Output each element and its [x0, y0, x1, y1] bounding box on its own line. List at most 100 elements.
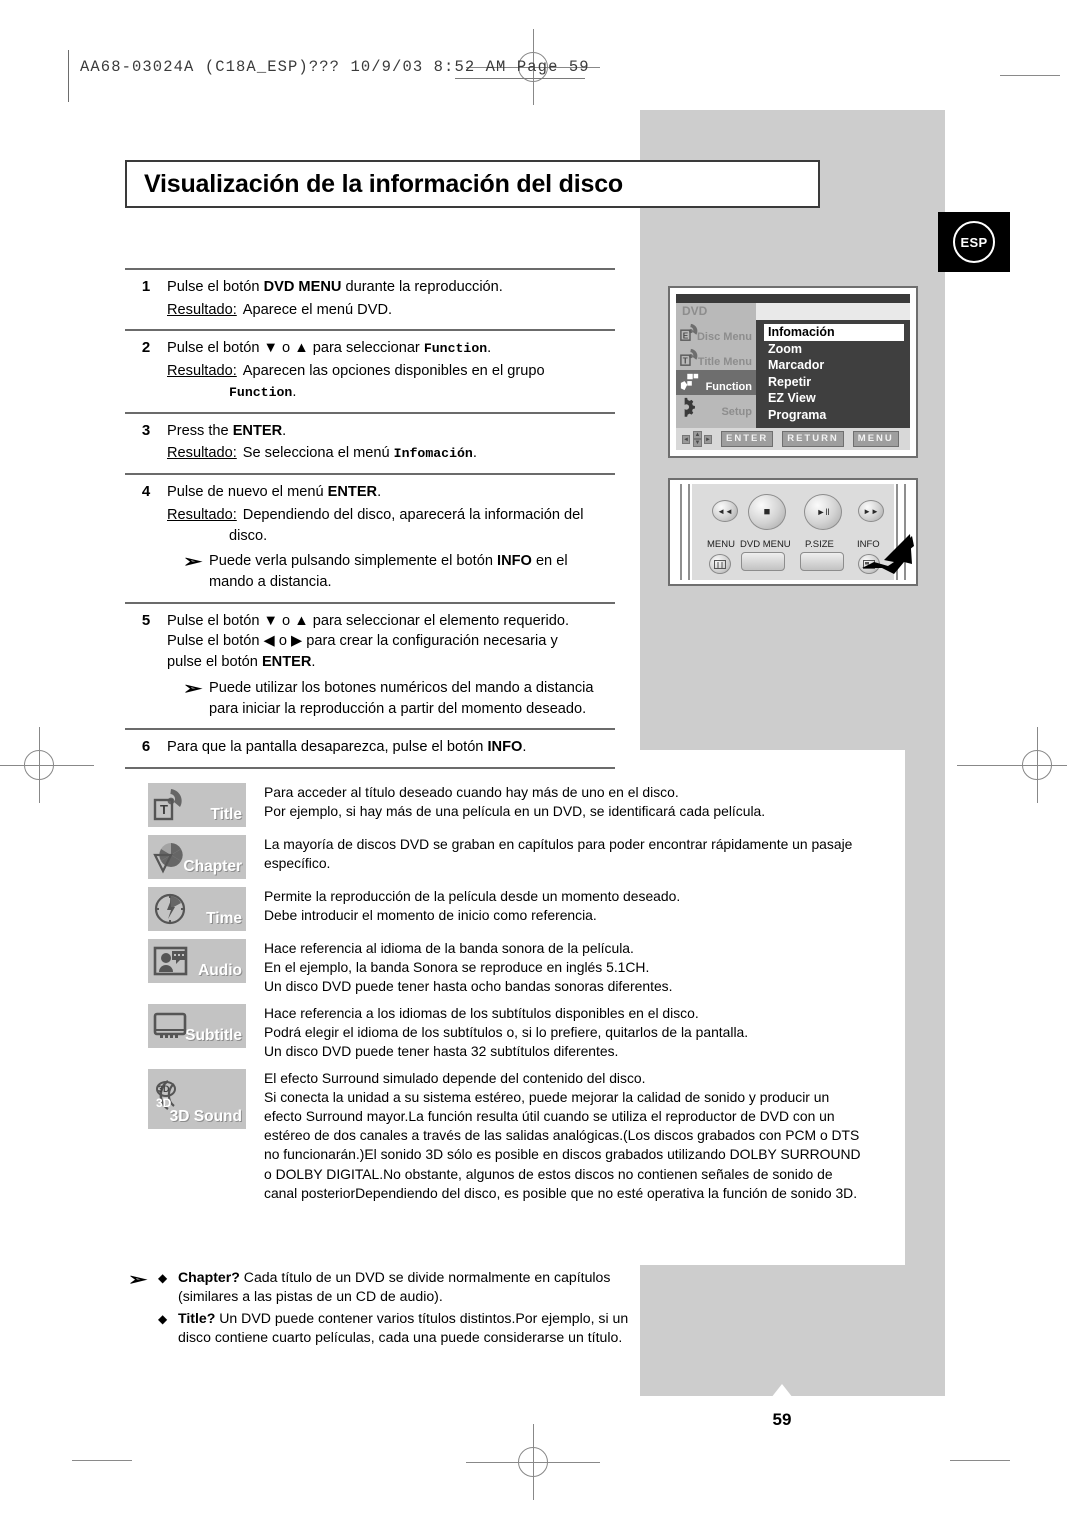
step-bold-key: INFO	[487, 739, 523, 756]
osd-menu-item-marcador[interactable]: Marcador	[764, 357, 904, 374]
play-pause-icon: ►ll	[816, 507, 830, 517]
osd-menu-item-repetir[interactable]: Repetir	[764, 374, 904, 391]
pointing-arrow-icon	[862, 534, 914, 574]
svg-text:3D: 3D	[156, 1096, 172, 1110]
dvd-menu-button[interactable]	[741, 552, 785, 571]
osd-menu-item-zoom[interactable]: Zoom	[764, 341, 904, 358]
step-text: Pulse el botón ▼ o ▲ para seleccionar	[167, 340, 424, 357]
footnote-term: Chapter?	[178, 1269, 240, 1285]
step-text-post: .	[487, 340, 492, 357]
feature-line: Debe introducir el momento de inicio com…	[264, 907, 597, 924]
feature-line: La mayoría de discos DVD se graban en ca…	[264, 836, 853, 852]
menu-button[interactable]	[709, 554, 731, 574]
step-bold-key: ENTER	[327, 484, 378, 501]
remote-label-psize: P.SIZE	[805, 539, 834, 550]
result-continuation: disco.	[229, 527, 268, 544]
feature-row-title: T Title Para acceder al título deseado c…	[148, 783, 900, 827]
osd-sidebar-label: Disc Menu	[696, 331, 752, 343]
remote-edge-left	[680, 484, 682, 580]
osd-sidebar-item-title-menu[interactable]: T Title Menu	[676, 345, 756, 370]
svg-text:T: T	[683, 356, 688, 365]
remote-label-menu: MENU	[707, 539, 735, 550]
osd-menu-item-ez-view[interactable]: EZ View	[764, 390, 904, 407]
feature-description: Permite la reproducción de la película d…	[246, 887, 900, 931]
step-content: Pulse el botón ▼ o ▲ para seleccionar el…	[167, 611, 615, 720]
feature-line: Un disco DVD puede tener hasta ocho band…	[264, 978, 673, 995]
remote-inner: ◄◄ ■ ►ll ►► MENU DVD MENU P.SIZE INFO	[674, 484, 914, 580]
feature-description: Para acceder al título deseado cuando ha…	[246, 783, 900, 827]
osd-menu-item-informacion[interactable]: Infomación	[764, 324, 904, 341]
step-text-post: .	[311, 654, 316, 671]
play-pause-button[interactable]: ►ll	[804, 494, 842, 530]
osd-sidebar-item-function[interactable]: Function	[676, 370, 756, 395]
result-mono-post: .	[472, 445, 477, 462]
osd-sidebar: E Disc Menu T Title Menu Function Setup	[676, 320, 756, 428]
feature-line: En el ejemplo, la banda Sonora se reprod…	[264, 959, 650, 976]
osd-return-button[interactable]: RETURN	[782, 431, 844, 447]
feature-line: Un disco DVD puede tener hasta 32 subtít…	[264, 1043, 619, 1060]
osd-sidebar-label: Function	[705, 381, 752, 393]
osd-enter-button[interactable]: ENTER	[721, 431, 774, 447]
header-rule	[68, 50, 69, 102]
title-badge-icon: T	[153, 789, 182, 821]
svg-text:T: T	[160, 802, 168, 817]
footnote-term: Title?	[178, 1309, 216, 1326]
result-mono-key: Infomación	[393, 446, 473, 462]
result-label: Resultado:	[167, 363, 237, 380]
footnote-item-chapter: ◆ Chapter? Cada título de un DVD se divi…	[158, 1268, 648, 1307]
feature-line: El efecto Surround simulado depende del …	[264, 1070, 646, 1087]
result-mono-key: Function	[229, 384, 293, 400]
skip-forward-button[interactable]: ►►	[858, 500, 884, 522]
gray-panel-bottom	[640, 1265, 945, 1396]
result-label: Resultado:	[167, 506, 237, 523]
note-bold-key: INFO	[497, 553, 532, 570]
step-text: Para que la pantalla desaparezca, pulse …	[167, 739, 488, 756]
feature-line: o DOLBY DIGITAL.No obstante, algunos de …	[264, 1165, 833, 1182]
step-result: Resultado: Aparece el menú DVD.	[167, 300, 615, 321]
page-number: 59	[772, 1410, 792, 1429]
step-divider	[125, 766, 615, 769]
step-number: 5	[141, 611, 151, 629]
step-bold-key: DVD MENU	[263, 279, 342, 295]
psize-button[interactable]	[800, 552, 844, 571]
step-result: Resultado: Se selecciona el menú Infomac…	[167, 443, 615, 464]
osd-sidebar-label: Title Menu	[697, 356, 752, 368]
note-text-pre: Puede verla pulsando simplemente el botó…	[209, 553, 498, 570]
step-row: 6 Para que la pantalla desaparezca, puls…	[125, 730, 615, 767]
note-arrow-icon: ➢	[183, 678, 203, 698]
feature-badge-audio: Audio	[148, 939, 246, 983]
step-text-post: .	[377, 484, 382, 501]
feature-line: Hace referencia a los idiomas de los sub…	[264, 1005, 699, 1022]
osd-top-bar	[676, 294, 910, 303]
feature-badge-time: Time	[148, 887, 246, 931]
feature-line: estéreo de dos canales a través de las s…	[264, 1127, 860, 1144]
time-clock-icon	[154, 893, 186, 925]
feature-description: La mayoría de discos DVD se graban en ca…	[246, 835, 900, 879]
step-instruction-line2: Pulse el botón ◀ o ▶ para crear la confi…	[167, 633, 558, 650]
step-instruction: Pulse de nuevo el menú ENTER.	[167, 482, 615, 503]
remote-label-dvd-menu: DVD MENU	[740, 539, 791, 550]
osd-menu-button[interactable]: MENU	[852, 431, 899, 447]
feature-row-time: Time Permite la reproducción de la pelíc…	[148, 887, 900, 931]
page-title-box: Visualización de la información del disc…	[125, 160, 820, 208]
skip-back-button[interactable]: ◄◄	[712, 500, 738, 522]
feature-line: efecto Surround mayor.La función resulta…	[264, 1108, 835, 1125]
feature-description: Hace referencia a los idiomas de los sub…	[246, 1004, 900, 1061]
osd-sidebar-item-disc-menu[interactable]: E Disc Menu	[676, 320, 756, 345]
step-row: 3 Press the ENTER. Resultado: Se selecci…	[125, 414, 615, 473]
feature-badge-3d-sound: 3D 3D 3D Sound	[148, 1069, 246, 1130]
step-content: Press the ENTER. Resultado: Se seleccion…	[167, 421, 615, 464]
result-text: Aparece el menú DVD.	[242, 301, 393, 318]
step-content: Para que la pantalla desaparezca, pulse …	[167, 737, 615, 758]
feature-badge-subtitle: Subtitle	[148, 1004, 246, 1049]
stop-button[interactable]: ■	[748, 494, 786, 530]
step-bold-key: ENTER	[232, 422, 283, 439]
footnote-arrow-icon: ➢	[128, 1270, 148, 1289]
step-number: 2	[141, 339, 151, 357]
osd-sidebar-item-setup[interactable]: Setup	[676, 395, 756, 420]
footnotes-block: ➢ ◆ Chapter? Cada título de un DVD se di…	[128, 1268, 648, 1350]
feature-badge-chapter: Chapter	[148, 835, 246, 879]
osd-menu-item-programa[interactable]: Programa	[764, 407, 904, 424]
feature-row-subtitle: Subtitle Hace referencia a los idiomas d…	[148, 1004, 900, 1061]
result-mono-post: .	[292, 383, 297, 400]
